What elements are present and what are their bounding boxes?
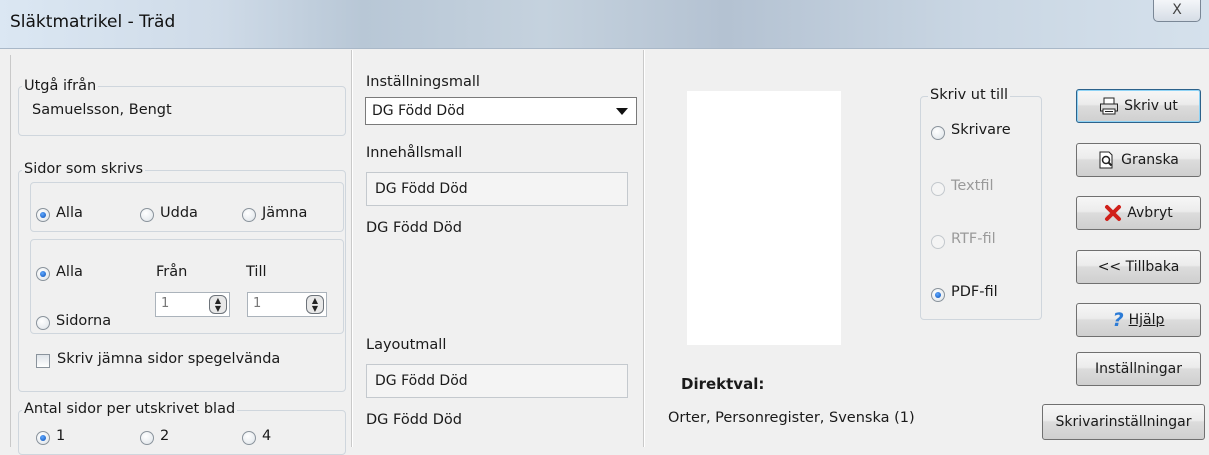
range-sidorna-label: Sidorna [56,313,112,329]
skriv-ut-button[interactable]: Skriv ut [1076,89,1201,123]
fran-spinner[interactable]: 1 ▲ ▼ [155,292,230,317]
content-template-field[interactable]: DG Född Död [366,172,628,206]
skriv-ut-label: Skriv ut [1124,98,1178,114]
installningar-label: Inställningar [1094,361,1182,377]
textfil-label: Textfil [951,178,994,194]
till-label: Till [246,264,267,280]
fran-label: Från [156,264,188,280]
radio-skrivare[interactable] [931,126,945,140]
hjalp-button[interactable]: ? Hjälp [1076,303,1201,337]
title-bar: Släktmatrikel - Träd X [0,0,1209,49]
radio-range-sidorna[interactable] [36,316,50,330]
chevron-down-icon[interactable] [616,108,628,115]
tillbaka-button[interactable]: << Tillbaka [1076,250,1201,284]
till-spin-arrows-icon[interactable]: ▲ ▼ [306,295,324,314]
radio-range-alla[interactable] [36,267,50,281]
radio-rtffil[interactable] [931,235,945,249]
hjalp-label: Hjälp [1128,312,1165,328]
skrivarinstallningar-label: Skrivarinställningar [1055,414,1192,430]
skrivare-label: Skrivare [951,122,1011,138]
tillbaka-label: << Tillbaka [1097,259,1180,275]
range-alla-label: Alla [56,264,83,280]
utga-value: Samuelsson, Bengt [32,102,172,118]
page-preview [687,91,841,345]
rtffil-label: RTF-fil [951,231,996,247]
radio-antal-1[interactable] [36,431,50,445]
granska-button[interactable]: Granska [1076,143,1201,177]
radio-antal-2[interactable] [140,431,154,445]
fran-spin-arrows-icon[interactable]: ▲ ▼ [209,295,227,314]
settings-template-value: DG Född Död [372,103,465,119]
antal-2-label: 2 [160,428,170,444]
direktval-value: Orter, Personregister, Svenska (1) [668,410,915,426]
divider-right-highlight [644,50,645,447]
content-template-label: Innehållsmall [366,145,463,161]
radio-sidor-udda[interactable] [140,208,154,222]
settings-template-select[interactable]: DG Född Död [365,97,637,125]
till-spinner[interactable]: 1 ▲ ▼ [247,292,327,317]
sidor-udda-label: Udda [160,205,198,221]
divider-left-highlight [352,50,353,447]
settings-template-label: Inställningsmall [366,74,480,90]
layout-template-label: Layoutmall [366,337,447,353]
installningar-button[interactable]: Inställningar [1076,352,1201,386]
radio-pdffil[interactable] [931,288,945,302]
layout-template-desc: DG Född Död [366,412,462,428]
sidor-jamna-label: Jämna [262,205,308,221]
cancel-x-icon [1105,205,1122,221]
layout-template-value: DG Född Död [375,373,468,389]
left-panel-edge [10,55,11,447]
help-icon: ? [1112,309,1124,331]
antal-1-label: 1 [56,428,66,444]
sidor-alla-label: Alla [56,205,83,221]
mirror-checkbox[interactable] [36,354,50,368]
window-title: Släktmatrikel - Träd [10,12,176,32]
preview-magnifier-icon [1099,151,1113,169]
antal-4-label: 4 [262,428,272,444]
radio-textfil[interactable] [931,182,945,196]
till-value: 1 [253,296,262,311]
skrivarinstallningar-button[interactable]: Skrivarinställningar [1042,404,1205,440]
antal-label: Antal sidor per utskrivet blad [22,401,238,417]
granska-label: Granska [1121,152,1179,168]
fran-value: 1 [161,296,170,311]
close-icon: X [1172,2,1182,18]
utga-label: Utgå ifrån [22,78,99,94]
avbryt-button[interactable]: Avbryt [1076,196,1201,230]
close-button[interactable]: X [1153,0,1201,22]
direktval-label: Direktval: [681,375,765,393]
radio-antal-4[interactable] [242,431,256,445]
avbryt-label: Avbryt [1127,205,1173,221]
radio-sidor-alla[interactable] [36,208,50,222]
output-label: Skriv ut till [928,87,1011,103]
pdffil-label: PDF-fil [951,284,998,300]
content-template-value: DG Född Död [375,181,468,197]
printer-icon [1100,97,1119,115]
content-template-desc: DG Född Död [366,220,462,236]
layout-template-field[interactable]: DG Född Död [366,364,628,398]
radio-sidor-jamna[interactable] [242,208,256,222]
sidor-label: Sidor som skrivs [22,161,146,177]
mirror-label: Skriv jämna sidor spegelvända [57,351,281,367]
